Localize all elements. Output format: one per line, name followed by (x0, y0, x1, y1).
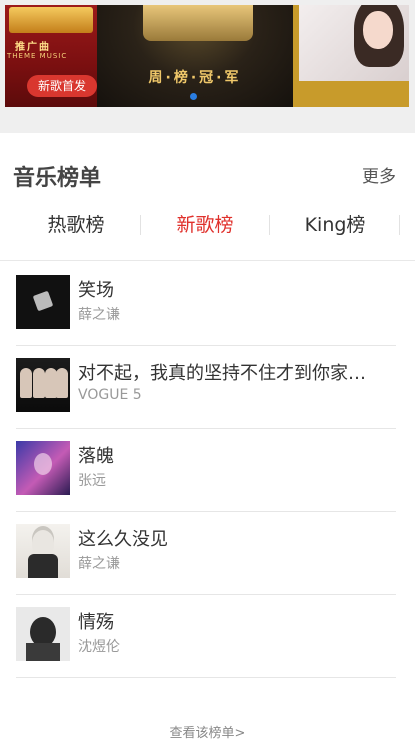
weekly-champion-caption: 周·榜·冠·军 (148, 70, 242, 86)
banner-promo-subtitle: THEME MUSIC (7, 52, 68, 60)
album-cover (16, 358, 70, 412)
song-title: 这么久没见 (78, 529, 168, 550)
tab-king-chart[interactable]: King榜 (270, 207, 400, 243)
section-title: 音乐榜单 (13, 166, 102, 191)
album-cover (16, 524, 70, 578)
chart-tabs: 热歌榜 新歌榜 King榜 (12, 207, 400, 243)
superstar-logo (9, 7, 93, 33)
divider (0, 260, 415, 261)
album-cover (16, 275, 70, 329)
album-cover (16, 607, 70, 661)
song-list-item[interactable]: 这么久没见 薛之谦 (16, 511, 396, 595)
song-list-item[interactable]: 对不起，我真的坚持不住才到你家… VOGUE 5 (16, 345, 396, 429)
tab-new-songs[interactable]: 新歌榜 (141, 207, 269, 243)
song-title: 笑场 (78, 280, 114, 301)
song-artist: 张远 (78, 473, 106, 489)
banner-area: 推广曲 THEME MUSIC 新歌首发 周·榜·冠·军 (0, 0, 415, 133)
song-list-item[interactable]: 笑场 薛之谦 (16, 262, 396, 346)
song-list-item[interactable]: 落魄 张远 (16, 428, 396, 512)
show-logo (143, 5, 253, 41)
song-title: 对不起，我真的坚持不住才到你家… (78, 363, 366, 384)
carousel-dot-active[interactable] (189, 93, 197, 100)
song-artist: 沈煜伦 (78, 639, 120, 655)
song-title: 情殇 (78, 612, 114, 633)
song-artist: 薛之谦 (78, 307, 120, 323)
more-link[interactable]: 更多 (362, 162, 396, 187)
tab-hot-songs[interactable]: 热歌榜 (12, 207, 140, 243)
carousel-indicator (5, 85, 409, 104)
song-artist: VOGUE 5 (78, 387, 142, 403)
artist-portrait (299, 5, 409, 81)
banner-promo-title: 推广曲 (15, 42, 51, 53)
divider (16, 677, 396, 678)
song-list-item[interactable]: 情殇 沈煜伦 (16, 594, 396, 678)
song-title: 落魄 (78, 446, 114, 467)
album-cover (16, 441, 70, 495)
view-chart-link[interactable]: 查看该榜单> (0, 722, 415, 741)
banner-carousel[interactable]: 推广曲 THEME MUSIC 新歌首发 周·榜·冠·军 (5, 5, 409, 107)
song-artist: 薛之谦 (78, 556, 120, 572)
tab-divider (399, 215, 400, 235)
